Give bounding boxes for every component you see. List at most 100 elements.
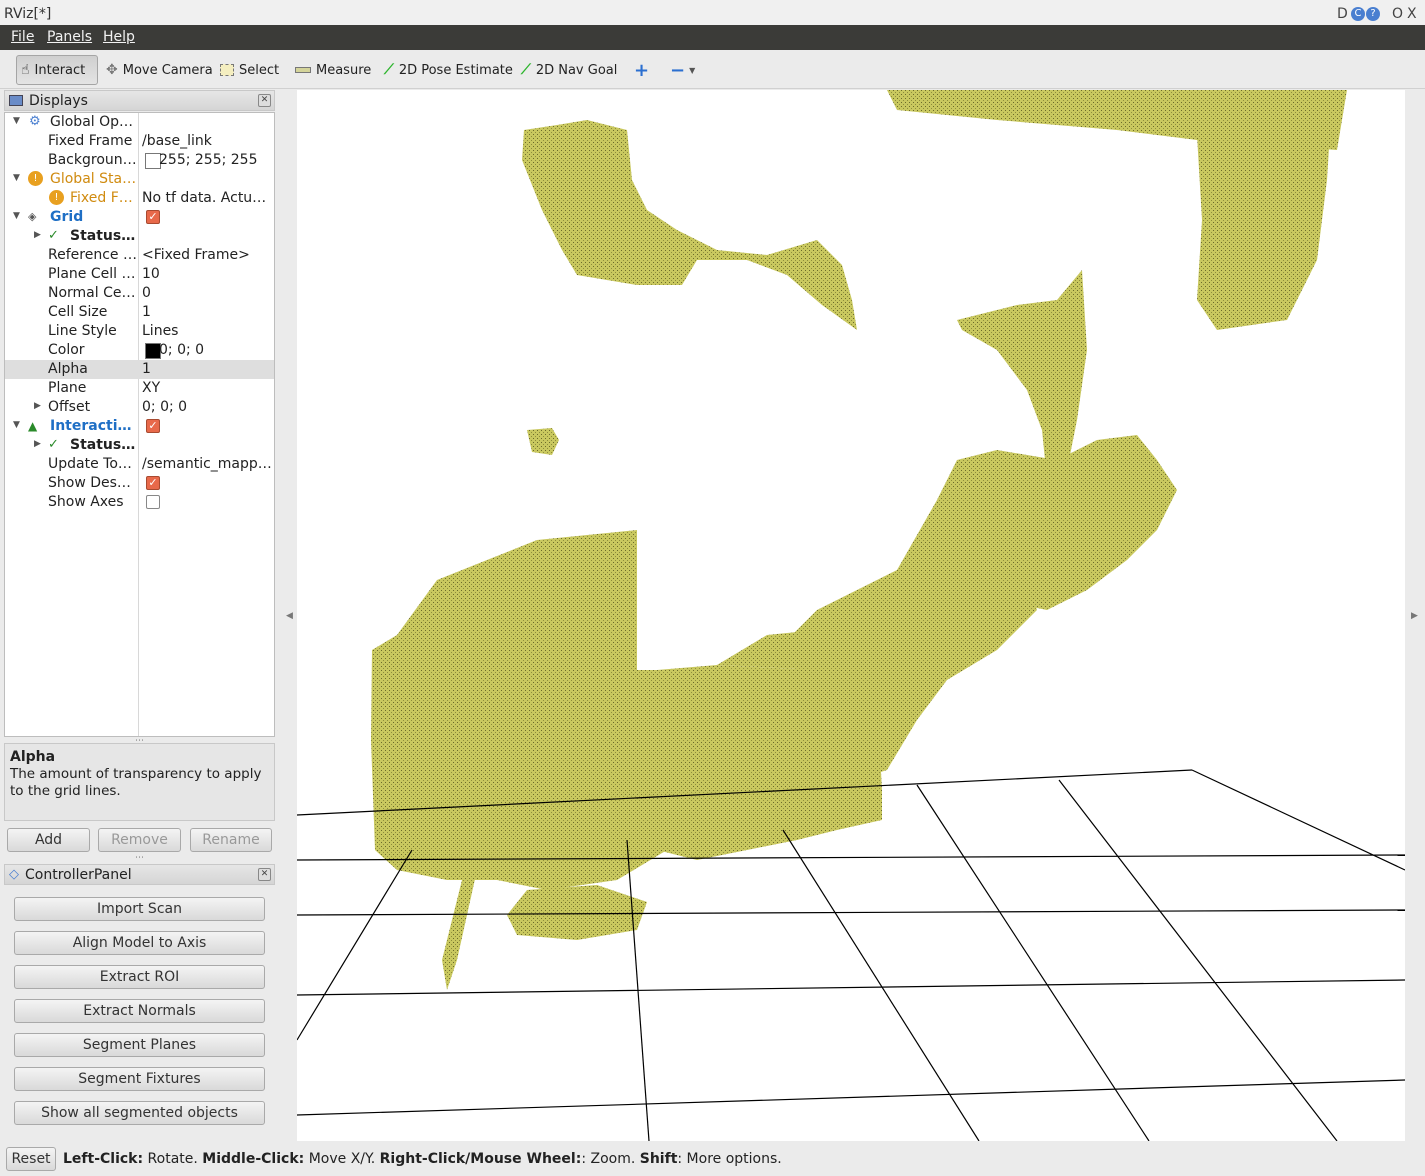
tree-row-grid-status[interactable]: ▶ ✓ Status: … (5, 227, 274, 246)
tree-row-global-status[interactable]: ▼ ! Global Sta… (5, 170, 274, 189)
tool-measure-label: Measure (316, 62, 372, 78)
extract-normals-button[interactable]: Extract Normals (14, 999, 265, 1023)
row-value[interactable]: 0 (142, 285, 273, 301)
menu-file[interactable]: File (11, 29, 34, 45)
segment-planes-button[interactable]: Segment Planes (14, 1033, 265, 1057)
row-value[interactable]: 0; 0; 0 (142, 399, 273, 415)
expand-down-icon[interactable]: ▼ (13, 116, 20, 126)
remove-display-button[interactable]: Remove (98, 828, 181, 852)
tree-row-markers-status[interactable]: ▶ ✓ Status: … (5, 436, 274, 455)
add-tool-icon[interactable]: + (630, 55, 653, 85)
tree-row-reference-frame[interactable]: Reference … <Fixed Frame> (5, 246, 274, 265)
expand-right-icon[interactable]: ▶ (34, 230, 41, 240)
show-all-segmented-objects-button[interactable]: Show all segmented objects (14, 1101, 265, 1125)
status-hint-text: Left-Click: Rotate. Middle-Click: Move X… (63, 1151, 782, 1167)
interactive-markers-enabled-checkbox[interactable]: ✓ (146, 419, 160, 433)
row-value[interactable]: 1 (142, 304, 273, 320)
row-value[interactable]: 10 (142, 266, 273, 282)
window-control-c[interactable]: C (1351, 7, 1365, 21)
window-control-help[interactable]: ? (1366, 7, 1380, 21)
monitor-icon (9, 95, 23, 106)
tool-select-label: Select (239, 62, 280, 78)
row-name: Plane (48, 380, 87, 396)
row-name: Show Desc… (48, 475, 138, 491)
tool-interact[interactable]: ☝ Interact (16, 55, 98, 85)
expand-right-icon[interactable]: ▶ (34, 439, 41, 449)
show-descriptions-checkbox[interactable]: ✓ (146, 476, 160, 490)
tree-row-line-style[interactable]: Line Style Lines (5, 322, 274, 341)
collapse-left-icon[interactable]: ◀ (286, 611, 293, 621)
tree-row-background[interactable]: Backgroun… 255; 255; 255 (5, 151, 274, 170)
menu-help[interactable]: Help (103, 29, 135, 45)
rename-display-button[interactable]: Rename (190, 828, 272, 852)
hint-left-click-action: Rotate. (143, 1151, 203, 1167)
help-title: Alpha (10, 749, 56, 765)
menu-panels[interactable]: Panels (47, 29, 92, 45)
tree-row-cell-size[interactable]: Cell Size 1 (5, 303, 274, 322)
row-value[interactable]: /base_link (142, 133, 273, 149)
segment-fixtures-button[interactable]: Segment Fixtures (14, 1067, 265, 1091)
collapse-right-icon[interactable]: ▶ (1411, 611, 1418, 621)
tool-2d-pose-estimate[interactable]: ⟋ 2D Pose Estimate (380, 55, 517, 85)
tool-move-camera[interactable]: ✥ Move Camera (102, 55, 217, 85)
expand-down-icon[interactable]: ▼ (13, 420, 20, 430)
row-value[interactable]: XY (142, 380, 273, 396)
extract-roi-button[interactable]: Extract ROI (14, 965, 265, 989)
tree-row-normal-cell-count[interactable]: Normal Ce… 0 (5, 284, 274, 303)
tree-row-grid[interactable]: ▼ ◈ Grid ✓ (5, 208, 274, 227)
tool-measure[interactable]: Measure (291, 55, 375, 85)
row-value[interactable]: Lines (142, 323, 273, 339)
tree-row-global-options[interactable]: ▼ ⚙ Global Op… (5, 113, 274, 132)
gear-icon: ⚙ (29, 114, 41, 129)
tree-row-plane-cell-count[interactable]: Plane Cell … 10 (5, 265, 274, 284)
row-value[interactable]: 1 (142, 361, 273, 377)
remove-tool-icon[interactable]: − ▼ (666, 55, 699, 85)
splitter-handle[interactable]: ⋯ (135, 853, 144, 863)
row-name: Global Op… (50, 114, 134, 130)
tree-row-fixed-frame-status[interactable]: ! Fixed F… No tf data. Actu… (5, 189, 274, 208)
expand-down-icon[interactable]: ▼ (13, 211, 20, 221)
render-scene[interactable] (297, 90, 1405, 1141)
tree-row-alpha[interactable]: Alpha 1 (5, 360, 274, 379)
window-control-d[interactable]: D (1337, 6, 1348, 22)
close-panel-icon[interactable]: ✕ (258, 94, 271, 107)
row-name: Line Style (48, 323, 117, 339)
show-axes-checkbox[interactable] (146, 495, 160, 509)
window-control-o[interactable]: O (1392, 6, 1403, 22)
grid-enabled-checkbox[interactable]: ✓ (146, 210, 160, 224)
tree-row-color[interactable]: Color 0; 0; 0 (5, 341, 274, 360)
row-value[interactable]: 255; 255; 255 (159, 152, 273, 168)
expand-right-icon[interactable]: ▶ (34, 401, 41, 411)
tree-row-show-axes[interactable]: Show Axes (5, 493, 274, 512)
hint-shift-action: : More options. (677, 1151, 782, 1167)
align-model-to-axis-button[interactable]: Align Model to Axis (14, 931, 265, 955)
reset-view-button[interactable]: Reset (6, 1147, 56, 1171)
tree-row-show-descriptions[interactable]: Show Desc… ✓ (5, 474, 274, 493)
tree-row-interactive-markers[interactable]: ▼ ▲ Interactiv… ✓ (5, 417, 274, 436)
tree-row-update-topic[interactable]: Update To… /semantic_mapp… (5, 455, 274, 474)
row-name: Global Sta… (50, 171, 137, 187)
row-value[interactable]: <Fixed Frame> (142, 247, 273, 263)
tree-row-fixed-frame[interactable]: Fixed Frame /base_link (5, 132, 274, 151)
row-value[interactable]: /semantic_mapp… (142, 456, 273, 472)
3d-render-viewport[interactable] (297, 90, 1405, 1141)
add-display-button[interactable]: Add (7, 828, 90, 852)
expand-down-icon[interactable]: ▼ (13, 173, 20, 183)
tree-row-plane[interactable]: Plane XY (5, 379, 274, 398)
close-icon[interactable]: X (1407, 6, 1417, 22)
row-value: No tf data. Actu… (142, 190, 267, 206)
tool-2d-nav-goal[interactable]: ⟋ 2D Nav Goal (517, 55, 621, 85)
row-name: Cell Size (48, 304, 108, 320)
menu-bar: File Panels Help (0, 25, 1425, 50)
row-value[interactable]: 0; 0; 0 (159, 342, 273, 358)
status-bar: Reset Left-Click: Rotate. Middle-Click: … (0, 1145, 1425, 1176)
green-arrow-icon: ⟋ (521, 62, 531, 78)
tree-row-offset[interactable]: ▶ Offset 0; 0; 0 (5, 398, 274, 417)
displays-tree[interactable]: ▼ ⚙ Global Op… Fixed Frame /base_link Ba… (4, 112, 275, 737)
close-panel-icon[interactable]: ✕ (258, 868, 271, 881)
ruler-icon (295, 62, 311, 78)
green-arrow-icon: ⟋ (384, 62, 394, 78)
point-cloud (371, 90, 1347, 990)
import-scan-button[interactable]: Import Scan (14, 897, 265, 921)
tool-select[interactable]: Select (216, 55, 283, 85)
